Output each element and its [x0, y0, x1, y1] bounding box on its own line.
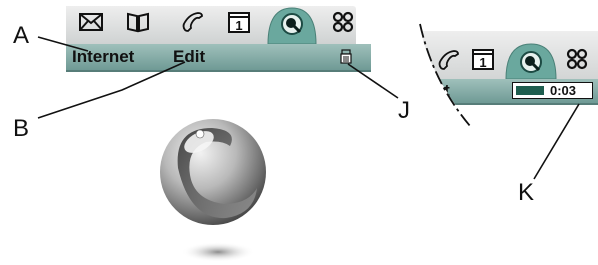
callout-j: J [398, 97, 410, 124]
leader-b [37, 61, 186, 119]
callout-k: K [518, 179, 535, 206]
callout-a: A [13, 22, 30, 49]
callout-lines-layer [37, 36, 580, 180]
leader-j [347, 63, 399, 99]
callout-b: B [13, 115, 30, 142]
leader-k [533, 103, 580, 180]
leader-a [37, 36, 89, 52]
